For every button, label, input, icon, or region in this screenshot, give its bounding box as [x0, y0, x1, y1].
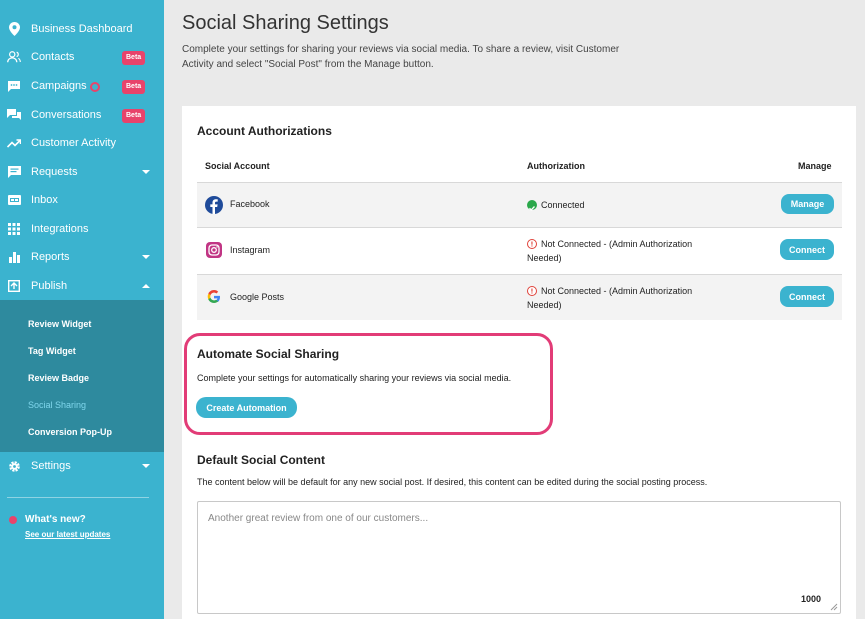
connect-button[interactable]: Connect [780, 239, 834, 260]
beta-badge: Beta [122, 51, 146, 65]
table-row [197, 183, 842, 227]
chevron-down-icon [142, 255, 150, 259]
sidebar-subitem-review-badge[interactable]: Review Badge [28, 373, 89, 383]
textarea-placeholder: Another great review from one of our cus… [208, 513, 429, 524]
sidebar-item-label: Contacts [31, 51, 75, 63]
page-title: Social Sharing Settings [182, 12, 389, 34]
bar-chart-icon [7, 250, 21, 264]
table-divider [197, 274, 842, 275]
instagram-icon [206, 242, 222, 258]
inbox-icon [7, 193, 21, 207]
automate-sharing-title: Automate Social Sharing [197, 347, 340, 361]
grid-icon [7, 222, 21, 236]
beta-badge: Beta [122, 109, 146, 123]
connect-button[interactable]: Connect [780, 286, 834, 307]
sidebar-item-label: Publish [31, 280, 68, 292]
resize-handle-icon[interactable] [830, 603, 838, 611]
target-icon [90, 82, 100, 92]
sidebar-subitem-tag-widget[interactable]: Tag Widget [28, 346, 76, 356]
default-content-title: Default Social Content [197, 453, 326, 467]
chat-bubble-icon [7, 79, 21, 93]
column-header-social-account: Social Account [205, 161, 270, 171]
conversations-icon [7, 108, 21, 122]
authorization-status: Not Connected - (Admin Authorization Nee… [527, 239, 693, 263]
manage-button[interactable]: Manage [781, 194, 834, 214]
whats-new-link[interactable]: See our latest updates [25, 530, 110, 539]
column-header-authorization: Authorization [527, 161, 585, 171]
default-content-textarea[interactable]: Another great review from one of our cus… [197, 501, 841, 614]
automate-sharing-text: Complete your settings for automatically… [197, 373, 512, 383]
sidebar-subitem-social-sharing[interactable]: Social Sharing [28, 400, 86, 410]
sidebar-item-conversations[interactable]: Conversations Beta [0, 101, 164, 129]
sidebar-item-customer-activity[interactable]: Customer Activity [0, 129, 164, 157]
sidebar-item-integrations[interactable]: Integrations [0, 215, 164, 243]
table-divider [197, 227, 842, 228]
chevron-up-icon [142, 284, 150, 288]
sidebar-item-requests[interactable]: Requests [0, 158, 164, 186]
account-name: Instagram [230, 245, 271, 255]
facebook-icon [205, 196, 223, 214]
account-authorizations-title: Account Authorizations [197, 124, 332, 138]
publish-icon [7, 279, 21, 293]
sidebar-item-label: Settings [31, 460, 71, 472]
sidebar-divider [7, 497, 149, 498]
account-name: Google Posts [230, 292, 285, 302]
gear-icon [7, 459, 21, 473]
table-row [197, 275, 842, 320]
sidebar-item-label: Business Dashboard [31, 23, 133, 35]
location-pin-icon [7, 22, 21, 36]
sidebar: Business Dashboard Contacts Beta Campaig… [0, 0, 164, 619]
account-name: Facebook [230, 199, 270, 209]
sidebar-item-label: Inbox [31, 194, 58, 206]
notification-dot-icon [9, 516, 17, 524]
sidebar-item-label: Integrations [31, 223, 89, 235]
sidebar-item-label: Campaigns [31, 80, 87, 92]
beta-badge: Beta [122, 80, 146, 94]
sidebar-item-settings[interactable]: Settings [0, 452, 164, 480]
authorization-status: Not Connected - (Admin Authorization Nee… [527, 286, 693, 310]
sidebar-item-campaigns[interactable]: Campaigns Beta [0, 72, 164, 100]
chevron-down-icon [142, 170, 150, 174]
contacts-icon [7, 50, 21, 64]
authorization-status: Connected [541, 200, 585, 210]
sidebar-item-label: Conversations [31, 109, 102, 121]
requests-icon [7, 165, 21, 179]
sidebar-item-label: Requests [31, 166, 78, 178]
sidebar-item-business-dashboard[interactable]: Business Dashboard [0, 15, 164, 43]
sidebar-item-label: Reports [31, 251, 70, 263]
trend-icon [7, 136, 21, 150]
create-automation-button[interactable]: Create Automation [196, 397, 297, 418]
chevron-down-icon [142, 464, 150, 468]
sidebar-item-contacts[interactable]: Contacts Beta [0, 43, 164, 71]
page-description: Complete your settings for sharing your … [182, 44, 620, 70]
sidebar-subitem-review-widget[interactable]: Review Widget [28, 319, 91, 329]
column-header-manage: Manage [798, 161, 832, 171]
sidebar-item-reports[interactable]: Reports [0, 243, 164, 271]
sidebar-subitem-conversion-popup[interactable]: Conversion Pop-Up [28, 427, 112, 437]
sidebar-item-publish[interactable]: Publish [0, 272, 164, 300]
default-content-text: The content below will be default for an… [197, 477, 708, 487]
character-count: 1000 [801, 594, 822, 604]
whats-new-title: What's new? [25, 514, 86, 525]
sidebar-item-inbox[interactable]: Inbox [0, 186, 164, 214]
check-circle-icon [527, 200, 537, 211]
google-icon [207, 290, 221, 304]
sidebar-item-label: Customer Activity [31, 137, 116, 149]
